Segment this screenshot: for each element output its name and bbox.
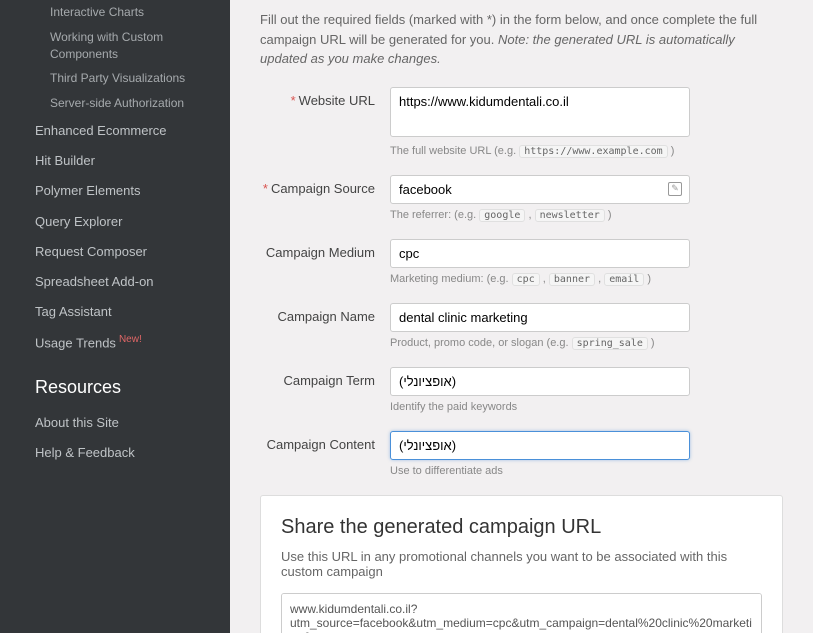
- sidebar-sub-item[interactable]: Interactive Charts: [0, 0, 230, 25]
- share-desc: Use this URL in any promotional channels…: [281, 549, 762, 579]
- sidebar-sub-item[interactable]: Server-side Authorization: [0, 91, 230, 116]
- sidebar-item-query-explorer[interactable]: Query Explorer: [0, 207, 230, 237]
- campaign-medium-hint: Marketing medium: (e.g. cpc , banner , e…: [390, 273, 690, 285]
- new-badge: New!: [119, 334, 142, 345]
- campaign-content-hint: Use to differentiate ads: [390, 465, 690, 477]
- sidebar-item-spreadsheet[interactable]: Spreadsheet Add-on: [0, 267, 230, 297]
- campaign-name-label: Campaign Name: [260, 303, 390, 324]
- share-title: Share the generated campaign URL: [281, 516, 762, 539]
- intro-text: Fill out the required fields (marked wit…: [260, 10, 783, 69]
- campaign-source-label: *Campaign Source: [260, 175, 390, 196]
- campaign-name-input[interactable]: [390, 303, 690, 332]
- campaign-medium-input[interactable]: [390, 239, 690, 268]
- website-url-hint: The full website URL (e.g. https://www.e…: [390, 145, 690, 157]
- campaign-name-hint: Product, promo code, or slogan (e.g. spr…: [390, 337, 690, 349]
- share-box: Share the generated campaign URL Use thi…: [260, 495, 783, 633]
- website-url-input[interactable]: https://www.kidumdentali.co.il: [390, 87, 690, 137]
- website-url-label: *Website URL: [260, 87, 390, 108]
- sidebar-item-request-composer[interactable]: Request Composer: [0, 237, 230, 267]
- sidebar-item-usage-trends[interactable]: Usage TrendsNew!: [0, 327, 230, 359]
- autofill-icon: ✎: [668, 182, 682, 196]
- sidebar-sub-item[interactable]: Third Party Visualizations: [0, 66, 230, 91]
- generated-url-output[interactable]: www.kidumdentali.co.il?utm_source=facebo…: [281, 593, 762, 633]
- main-content: Fill out the required fields (marked wit…: [230, 0, 813, 633]
- campaign-medium-label: Campaign Medium: [260, 239, 390, 260]
- campaign-source-hint: The referrer: (e.g. google , newsletter …: [390, 209, 690, 221]
- campaign-content-label: Campaign Content: [260, 431, 390, 452]
- sidebar-item-tag-assistant[interactable]: Tag Assistant: [0, 297, 230, 327]
- campaign-content-input[interactable]: [390, 431, 690, 460]
- sidebar-item-ecommerce[interactable]: Enhanced Ecommerce: [0, 116, 230, 146]
- campaign-term-label: Campaign Term: [260, 367, 390, 388]
- sidebar-item-hit-builder[interactable]: Hit Builder: [0, 146, 230, 176]
- sidebar-item-help[interactable]: Help & Feedback: [0, 438, 230, 468]
- campaign-term-input[interactable]: [390, 367, 690, 396]
- campaign-source-input[interactable]: [390, 175, 690, 204]
- sidebar-section-resources: Resources: [0, 359, 230, 408]
- sidebar-item-polymer[interactable]: Polymer Elements: [0, 176, 230, 206]
- sidebar: Interactive Charts Working with Custom C…: [0, 0, 230, 633]
- sidebar-item-about[interactable]: About this Site: [0, 408, 230, 438]
- campaign-term-hint: Identify the paid keywords: [390, 401, 690, 413]
- sidebar-sub-item[interactable]: Working with Custom Components: [0, 25, 230, 67]
